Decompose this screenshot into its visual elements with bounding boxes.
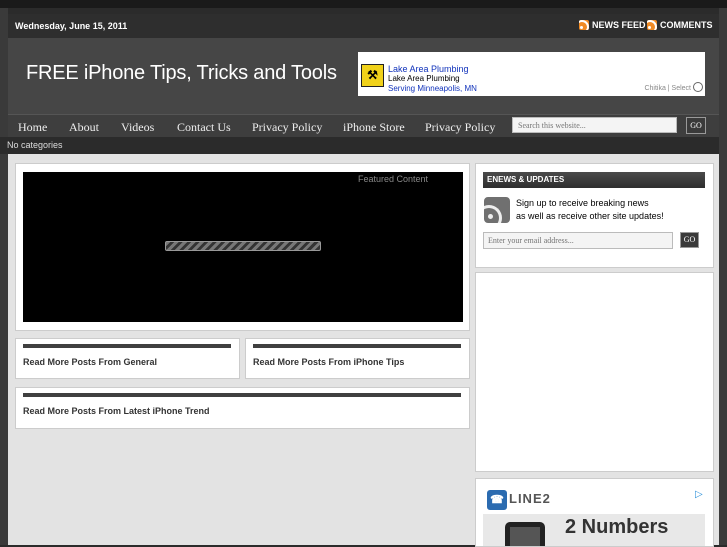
nav-privacy-policy[interactable]: Privacy Policy — [252, 120, 322, 135]
section-divider — [23, 344, 231, 348]
featured-content-box: Featured Content — [15, 163, 470, 331]
email-field[interactable] — [483, 232, 673, 249]
enews-line-2: as well as receive other site updates! — [516, 211, 664, 221]
enews-line-1: Sign up to receive breaking news — [516, 198, 649, 208]
enews-description: Sign up to receive breaking news as well… — [516, 197, 664, 223]
left-frame — [0, 8, 8, 545]
site-title[interactable]: FREE iPhone Tips, Tricks and Tools — [26, 62, 337, 85]
loading-bar — [165, 241, 321, 251]
ad-attribution[interactable]: Chitika | Select — [644, 85, 691, 92]
post-section-general: Read More Posts From General — [15, 338, 240, 379]
post-section-latest-trend: Read More Posts From Latest iPhone Trend — [15, 387, 470, 429]
ad-image: 2 Numbers — [483, 514, 705, 546]
sidebar-widget-empty — [475, 272, 714, 472]
featured-content-label: Featured Content — [358, 174, 429, 184]
ad-location[interactable]: Serving Minneapolis, MN — [388, 84, 477, 93]
ad-brand: LINE2 — [509, 491, 551, 506]
nav-contact-us[interactable]: Contact Us — [177, 120, 231, 135]
rss-feed-icon — [484, 197, 510, 223]
read-more-general-link[interactable]: Read More Posts From General — [23, 357, 157, 367]
enews-title: ENEWS & UPDATES — [483, 172, 705, 188]
search-input[interactable] — [512, 117, 677, 133]
nav-about[interactable]: About — [69, 120, 99, 135]
featured-slider[interactable]: Featured Content — [23, 172, 463, 322]
read-more-latest-trend-link[interactable]: Read More Posts From Latest iPhone Trend — [23, 406, 210, 416]
search-go-button[interactable]: GO — [686, 117, 706, 134]
rss-icon — [647, 20, 657, 30]
search-icon[interactable] — [693, 82, 703, 92]
nav-privacy-policy-2[interactable]: Privacy Policy — [425, 120, 495, 135]
top-bar: Wednesday, June 15, 2011 NEWS FEED COMME… — [8, 14, 719, 38]
nav-videos[interactable]: Videos — [121, 120, 154, 135]
post-section-iphone-tips: Read More Posts From iPhone Tips — [245, 338, 470, 379]
ad-headline: 2 Numbers — [565, 516, 669, 538]
sidebar-ad[interactable]: ☎ LINE2 ▷ 2 Numbers — [475, 478, 714, 547]
current-date: Wednesday, June 15, 2011 — [15, 21, 128, 31]
right-frame — [719, 8, 727, 545]
header-ad[interactable]: ⚒ Lake Area Plumbing Lake Area Plumbing … — [358, 52, 705, 96]
rss-icon — [579, 20, 589, 30]
nav-iphone-store[interactable]: iPhone Store — [343, 120, 405, 135]
nav-home[interactable]: Home — [18, 120, 47, 135]
categories-text: No categories — [7, 140, 63, 150]
yellow-pages-icon: ⚒ — [361, 64, 384, 87]
ad-subtitle: Lake Area Plumbing — [388, 74, 460, 83]
read-more-iphone-tips-link[interactable]: Read More Posts From iPhone Tips — [253, 357, 404, 367]
news-feed-link[interactable]: NEWS FEED — [579, 20, 646, 30]
phone-icon — [505, 522, 545, 546]
adchoices-icon[interactable]: ▷ — [695, 489, 703, 500]
site-header: FREE iPhone Tips, Tricks and Tools ⚒ Lak… — [8, 38, 719, 114]
line2-logo-icon: ☎ — [487, 490, 507, 510]
comments-feed-link[interactable]: COMMENTS — [647, 20, 713, 30]
ad-title[interactable]: Lake Area Plumbing — [388, 64, 469, 74]
news-feed-label: NEWS FEED — [592, 20, 646, 30]
enews-widget: ENEWS & UPDATES Sign up to receive break… — [475, 163, 714, 268]
section-divider — [23, 393, 461, 397]
main-content: Featured Content Read More Posts From Ge… — [8, 154, 719, 547]
subscribe-go-button[interactable]: GO — [680, 232, 699, 248]
top-strip — [0, 0, 727, 8]
categories-bar: No categories — [0, 137, 719, 154]
main-nav: Home About Videos Contact Us Privacy Pol… — [8, 114, 719, 137]
comments-feed-label: COMMENTS — [660, 20, 713, 30]
section-divider — [253, 344, 461, 348]
